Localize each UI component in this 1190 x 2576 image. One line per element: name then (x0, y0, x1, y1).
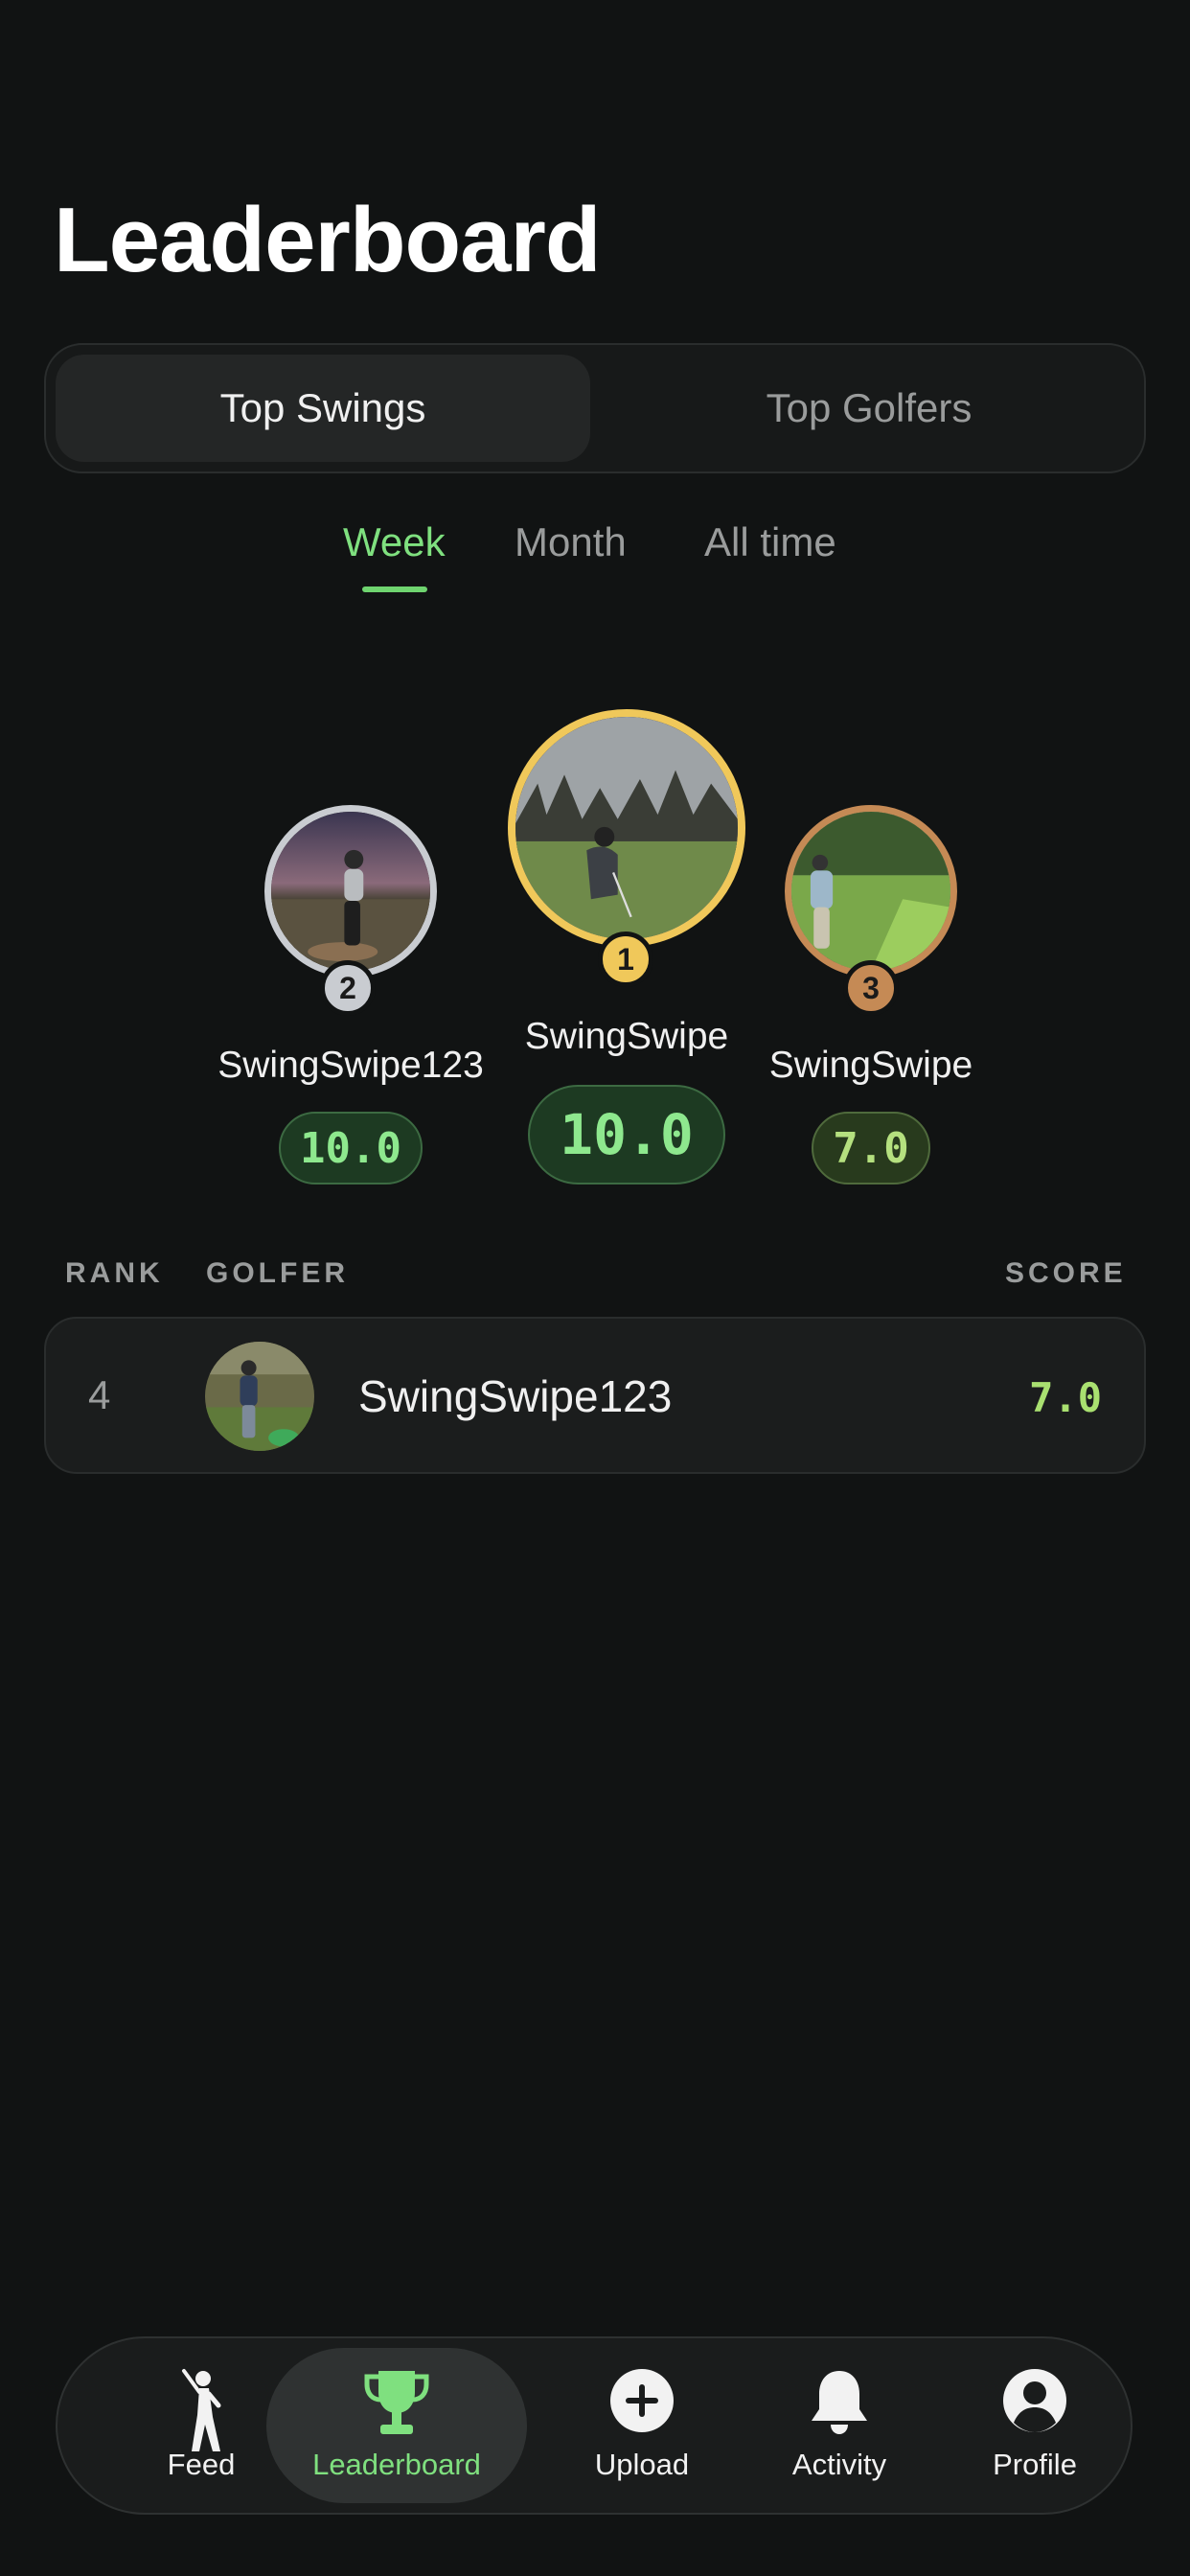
tab-week-indicator (362, 586, 427, 592)
golfer-icon (171, 2367, 232, 2463)
podium-second-rank-badge: 2 (320, 960, 376, 1016)
bottom-nav: Feed Leaderboard Upload Activity Profile (56, 2336, 1133, 2515)
tab-all-time[interactable]: All time (704, 519, 836, 565)
nav-activity-label: Activity (791, 2448, 887, 2481)
nav-upload[interactable]: Upload (556, 2348, 728, 2503)
podium-second-name[interactable]: SwingSwipe123 (217, 1045, 484, 1087)
column-header-rank: RANK (65, 1257, 164, 1289)
podium-first-name[interactable]: SwingSwipe (525, 1016, 728, 1058)
nav-profile[interactable]: Profile (949, 2348, 1121, 2503)
segment-top-golfers[interactable]: Top Golfers (602, 355, 1136, 462)
nav-feed[interactable]: Feed (115, 2348, 287, 2503)
row-score: 7.0 (1029, 1374, 1102, 1421)
segment-top-swings[interactable]: Top Swings (56, 355, 590, 462)
nav-profile-label: Profile (993, 2448, 1077, 2481)
podium-second-score: 10.0 (279, 1112, 423, 1184)
table-row[interactable]: 4 SwingSwipe123 7.0 (44, 1317, 1146, 1474)
page-title: Leaderboard (54, 189, 601, 291)
row-golfer-name: SwingSwipe123 (358, 1371, 673, 1421)
nav-activity[interactable]: Activity (753, 2348, 926, 2503)
bell-icon (808, 2367, 871, 2444)
leaderboard-type-segment: Top Swings Top Golfers (44, 343, 1146, 473)
tab-week[interactable]: Week (343, 519, 446, 565)
podium-third-name[interactable]: SwingSwipe (769, 1045, 973, 1087)
trophy-icon (363, 2367, 430, 2446)
podium-first-score: 10.0 (528, 1085, 725, 1184)
plus-circle-icon (608, 2367, 675, 2442)
column-header-score: SCORE (1005, 1257, 1127, 1289)
podium-first-rank-badge: 1 (598, 932, 653, 987)
tab-month[interactable]: Month (515, 519, 627, 565)
podium-second-avatar[interactable] (264, 805, 437, 978)
podium-third-score: 7.0 (812, 1112, 930, 1184)
nav-leaderboard[interactable]: Leaderboard (266, 2348, 527, 2503)
person-circle-icon (1001, 2367, 1068, 2442)
nav-leaderboard-label: Leaderboard (312, 2448, 481, 2481)
column-header-golfer: GOLFER (206, 1257, 349, 1289)
nav-upload-label: Upload (594, 2448, 690, 2481)
podium-third-rank-badge: 3 (843, 960, 899, 1016)
row-rank: 4 (88, 1372, 111, 1417)
avatar[interactable] (205, 1342, 314, 1451)
podium-first-avatar[interactable] (508, 709, 745, 947)
podium-third-avatar[interactable] (785, 805, 957, 978)
